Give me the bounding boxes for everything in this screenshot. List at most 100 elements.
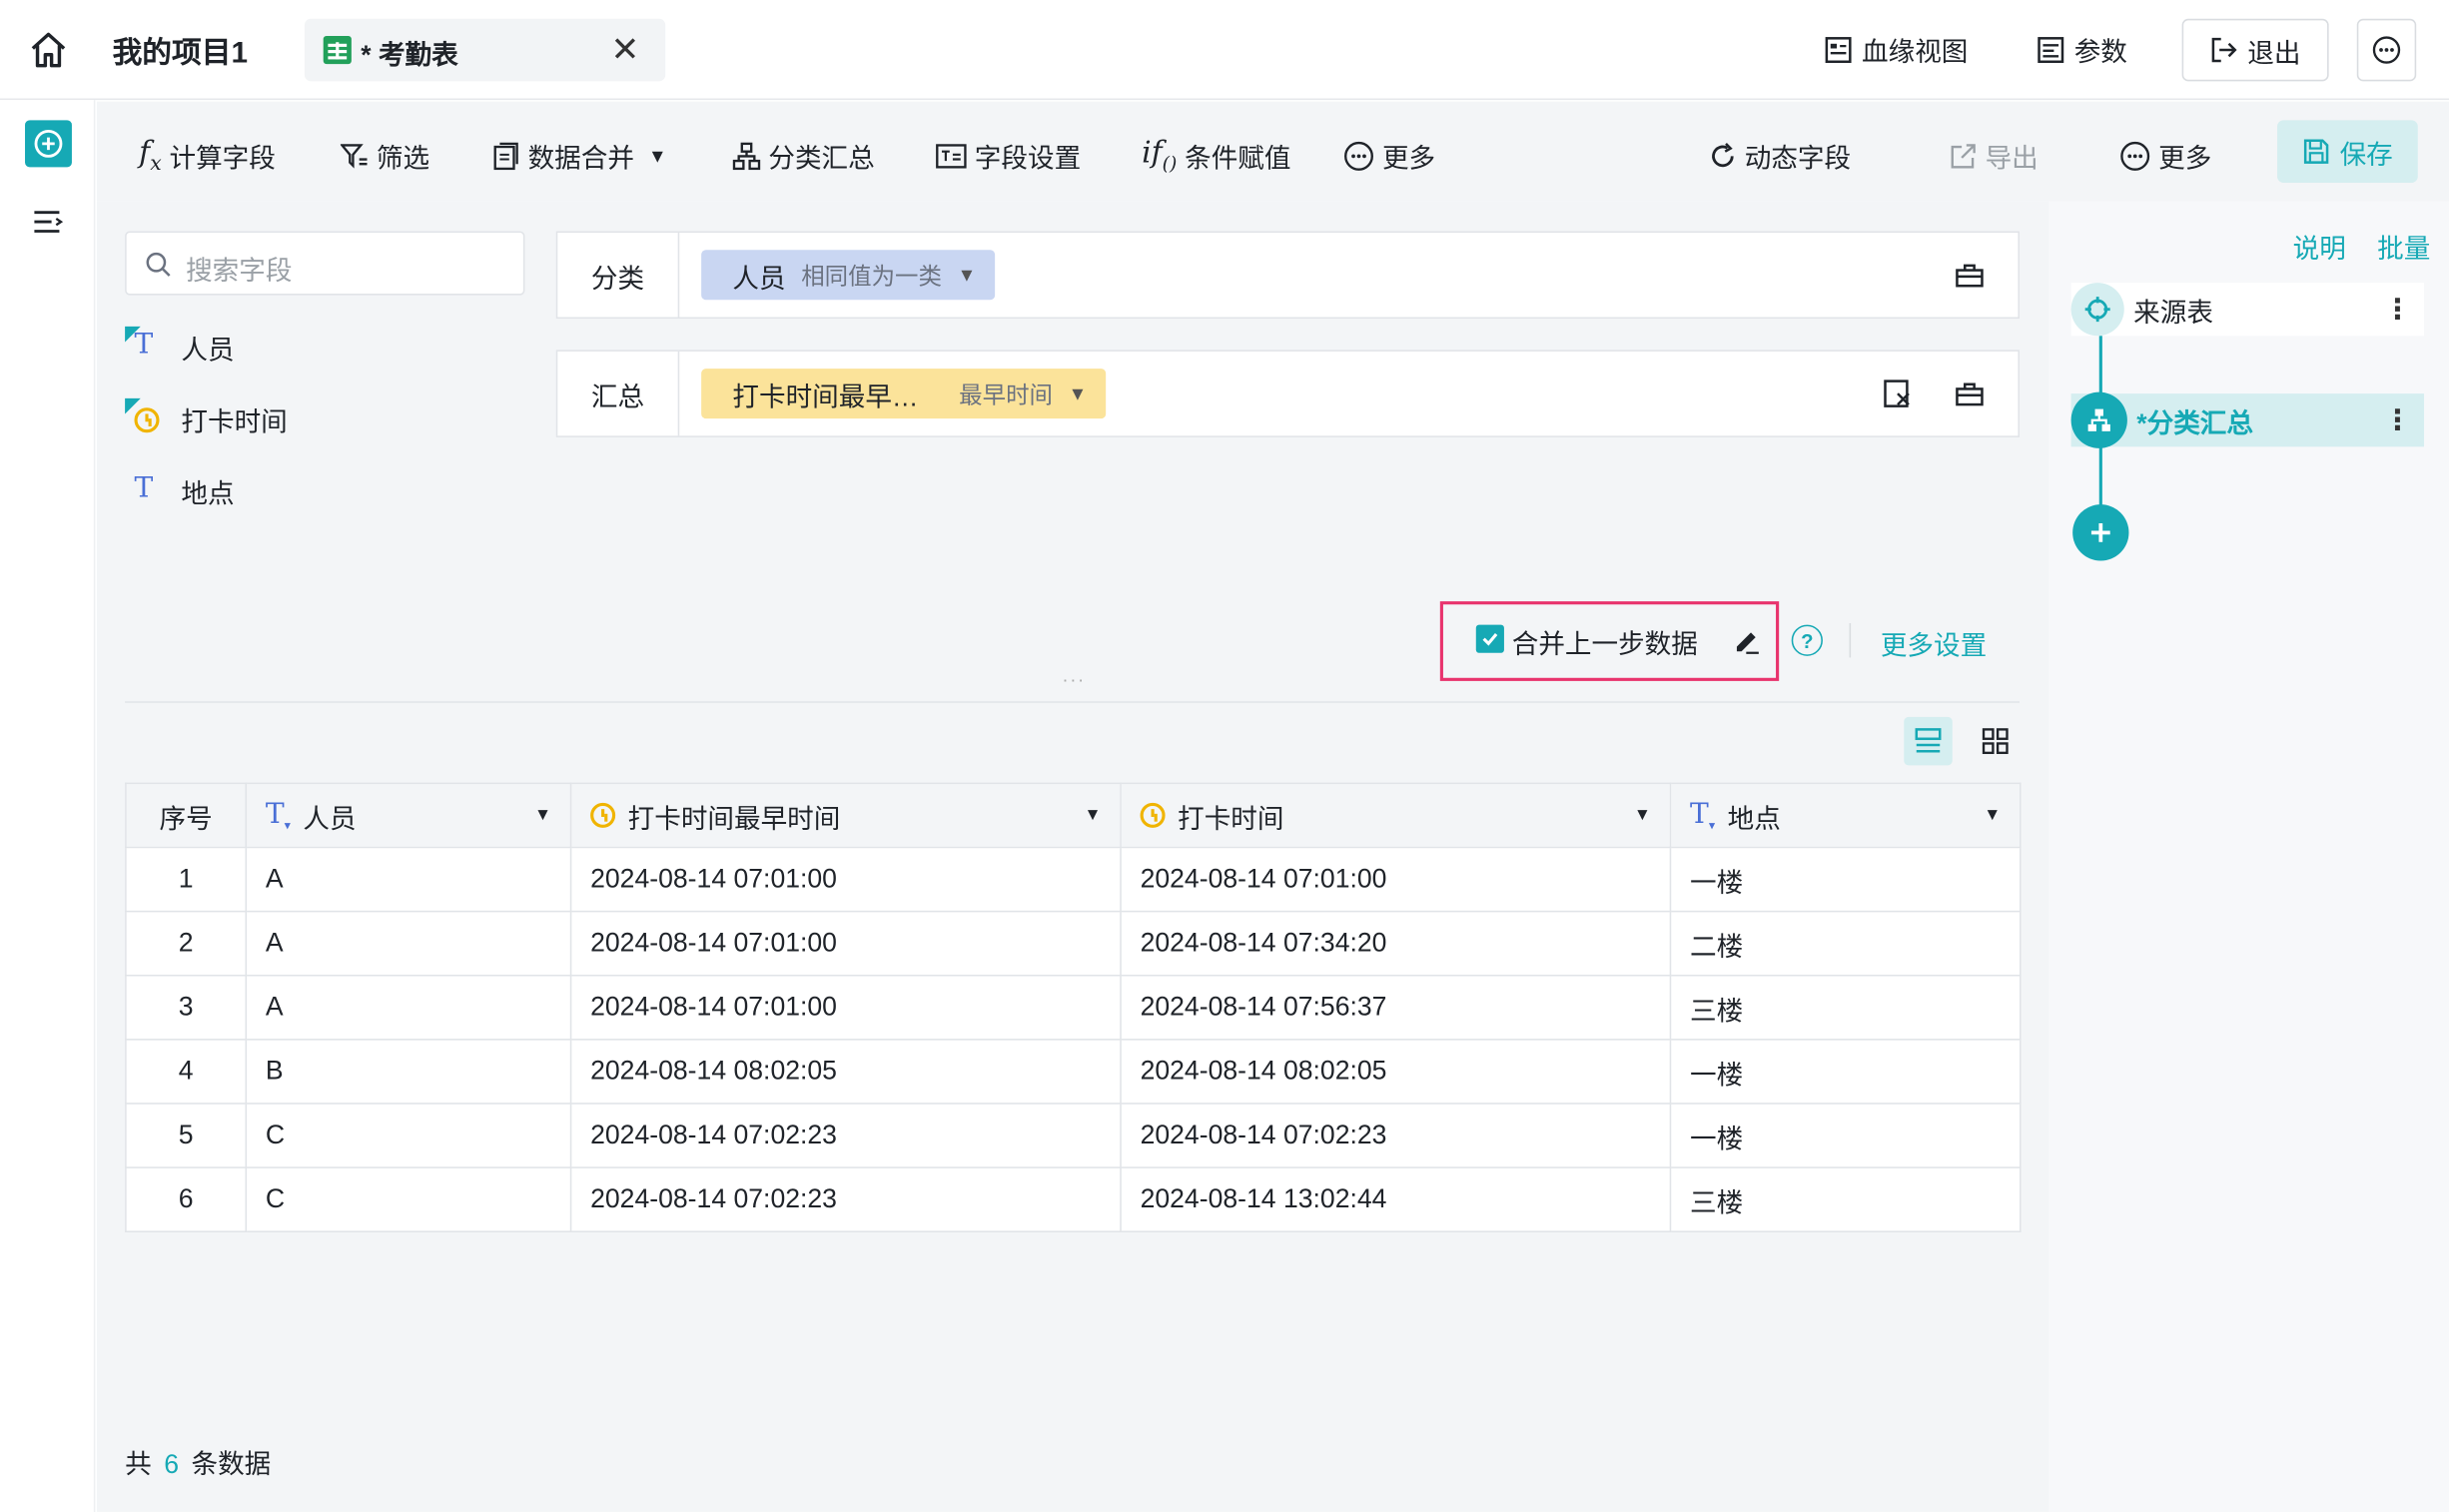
column-header-earliest-time[interactable]: 打卡时间最早时间 ▼ [569, 782, 1122, 849]
add-node-icon[interactable] [25, 120, 72, 168]
table-cell[interactable]: C [245, 1103, 572, 1168]
caret-down-icon[interactable]: ▼ [534, 806, 551, 825]
exit-icon [2211, 37, 2237, 63]
row-count-suffix: 条数据 [191, 1449, 272, 1480]
table-cell[interactable]: 2024-08-14 07:02:23 [1120, 1103, 1672, 1168]
caret-down-icon[interactable]: ▼ [1634, 806, 1651, 825]
kebab-menu-icon[interactable]: ⋮ [2383, 293, 2411, 326]
table-cell[interactable]: 2024-08-14 07:02:23 [569, 1166, 1122, 1232]
clear-icon[interactable] [1954, 260, 1985, 291]
table-cell[interactable]: 2024-08-14 07:01:00 [569, 846, 1122, 913]
flow-node-source[interactable]: 来源表 ⋮ [2070, 283, 2425, 337]
add-step-icon[interactable] [2072, 504, 2129, 561]
table-row[interactable]: 6 C 2024-08-14 07:02:23 2024-08-14 13:02:44… [125, 1166, 2022, 1232]
top-bar: 我的项目1 * 考勤表 ✕ 血缘视图 参数 退出 [0, 0, 2449, 101]
table-row[interactable]: 4 B 2024-08-14 08:02:05 2024-08-14 08:02:05… [125, 1039, 2022, 1105]
table-cell[interactable]: 2024-08-14 07:34:20 [1120, 910, 1672, 977]
clear-format-icon[interactable] [1882, 378, 1913, 408]
filter-label: 筛选 [376, 143, 430, 174]
table-cell[interactable]: 6 [125, 1166, 248, 1232]
table-cell[interactable]: 2024-08-14 07:01:00 [569, 974, 1122, 1041]
summary-zone[interactable]: 汇总 打卡时间最早… 最早时间 ▼ [555, 350, 2020, 437]
table-cell[interactable]: 2024-08-14 07:56:37 [1120, 974, 1672, 1041]
separator [1849, 623, 1852, 658]
clear-icon[interactable] [1954, 378, 1985, 408]
field-item-location[interactable]: T 地点 [125, 470, 234, 511]
more-tools-button[interactable]: 更多 [1343, 136, 1435, 175]
table-cell[interactable]: 2024-08-14 07:01:00 [569, 910, 1122, 977]
column-header-clock-time[interactable]: 打卡时间 ▼ [1120, 782, 1672, 849]
table-cell[interactable]: 三楼 [1669, 1166, 2022, 1232]
field-search-input[interactable]: 搜索字段 [125, 231, 525, 296]
summary-zone-label: 汇总 [557, 351, 680, 436]
table-cell[interactable]: 2024-08-14 08:02:05 [569, 1039, 1122, 1105]
table-cell[interactable]: 4 [125, 1039, 248, 1105]
caret-down-icon[interactable]: ▼ [1984, 806, 2001, 825]
explain-link[interactable]: 说明 [2293, 227, 2346, 266]
filter-button[interactable]: 筛选 [340, 136, 430, 175]
field-item-person[interactable]: T 人员 [125, 326, 235, 368]
batch-link[interactable]: 批量 [2377, 227, 2430, 266]
kebab-menu-icon[interactable]: ⋮ [2383, 403, 2411, 436]
table-cell[interactable]: A [245, 974, 572, 1041]
summary-field-chip[interactable]: 打卡时间最早… 最早时间 ▼ [701, 369, 1107, 419]
table-row[interactable]: 5 C 2024-08-14 07:02:23 2024-08-14 07:02:23… [125, 1103, 2022, 1168]
search-placeholder: 搜索字段 [186, 256, 293, 287]
table-cell[interactable]: 一楼 [1669, 846, 2022, 913]
table-cell[interactable]: 2 [125, 910, 248, 977]
group-summary-button[interactable]: 分类汇总 [732, 136, 875, 175]
column-header-location[interactable]: T▾ 地点 ▼ [1669, 782, 2022, 849]
list-icon[interactable] [33, 210, 64, 235]
group-zone[interactable]: 分类 人员 相同值为一类 ▼ [555, 231, 2020, 320]
exit-button[interactable]: 退出 [2181, 18, 2329, 82]
table-cell[interactable]: 一楼 [1669, 1103, 2022, 1168]
calc-field-button[interactable]: fx 计算字段 [139, 136, 276, 176]
chip-name: 人员 [732, 263, 786, 294]
list-view-icon [1915, 728, 1942, 753]
table-cell[interactable]: 2024-08-14 07:02:23 [569, 1103, 1122, 1168]
home-icon[interactable] [28, 31, 69, 69]
export-label: 导出 [1985, 143, 2039, 174]
resize-handle-icon[interactable]: ··· [1062, 668, 1085, 690]
params-button[interactable]: 参数 [2037, 30, 2127, 69]
table-cell[interactable]: 三楼 [1669, 974, 2022, 1041]
table-cell[interactable]: 5 [125, 1103, 248, 1168]
table-cell[interactable]: A [245, 910, 572, 977]
table-cell[interactable]: 二楼 [1669, 910, 2022, 977]
group-field-chip[interactable]: 人员 相同值为一类 ▼ [701, 250, 995, 301]
more-options-right-button[interactable]: 更多 [2119, 136, 2211, 175]
field-item-clock-time[interactable]: 打卡时间 [125, 397, 288, 439]
lineage-view-button[interactable]: 血缘视图 [1825, 30, 1968, 69]
table-cell[interactable]: A [245, 846, 572, 913]
column-header-person[interactable]: T▾ 人员 ▼ [245, 782, 572, 849]
table-cell[interactable]: 一楼 [1669, 1039, 2022, 1105]
close-icon[interactable]: ✕ [610, 30, 639, 71]
dynamic-field-button[interactable]: 动态字段 [1709, 136, 1851, 175]
tab-attendance[interactable]: * 考勤表 ✕ [304, 18, 666, 82]
field-settings-button[interactable]: 字段设置 [936, 136, 1081, 175]
table-cell[interactable]: 2024-08-14 08:02:05 [1120, 1039, 1672, 1105]
table-cell[interactable]: 2024-08-14 07:01:00 [1120, 846, 1672, 913]
data-merge-button[interactable]: 数据合并 ▼ [492, 136, 667, 175]
edit-icon[interactable] [1731, 625, 1762, 656]
table-cell[interactable]: 2024-08-14 13:02:44 [1120, 1166, 1672, 1232]
table-row[interactable]: 3 A 2024-08-14 07:01:00 2024-08-14 07:56:37… [125, 974, 2022, 1041]
table-cell[interactable]: C [245, 1166, 572, 1232]
table-cell[interactable]: 1 [125, 846, 248, 913]
table-cell[interactable]: 3 [125, 974, 248, 1041]
save-button[interactable]: 保存 [2277, 120, 2418, 183]
more-options-button[interactable] [2356, 18, 2417, 82]
merge-prev-checkbox[interactable] [1475, 624, 1504, 653]
table-cell[interactable]: B [245, 1039, 572, 1105]
help-icon[interactable]: ? [1791, 624, 1823, 656]
export-button[interactable]: 导出 [1950, 136, 2039, 175]
list-view-button[interactable] [1904, 716, 1953, 766]
grid-view-button[interactable] [1972, 717, 2020, 765]
more-settings-link[interactable]: 更多设置 [1881, 623, 1987, 662]
flow-node-group-summary[interactable]: *分类汇总 ⋮ [2070, 391, 2425, 448]
table-row[interactable]: 1 A 2024-08-14 07:01:00 2024-08-14 07:01:00… [125, 846, 2022, 913]
table-row[interactable]: 2 A 2024-08-14 07:01:00 2024-08-14 07:34:20… [125, 910, 2022, 977]
flow-node-label: *分类汇总 [2136, 407, 2253, 438]
caret-down-icon[interactable]: ▼ [1084, 806, 1101, 825]
conditional-assign-button[interactable]: if() 条件赋值 [1142, 136, 1290, 175]
